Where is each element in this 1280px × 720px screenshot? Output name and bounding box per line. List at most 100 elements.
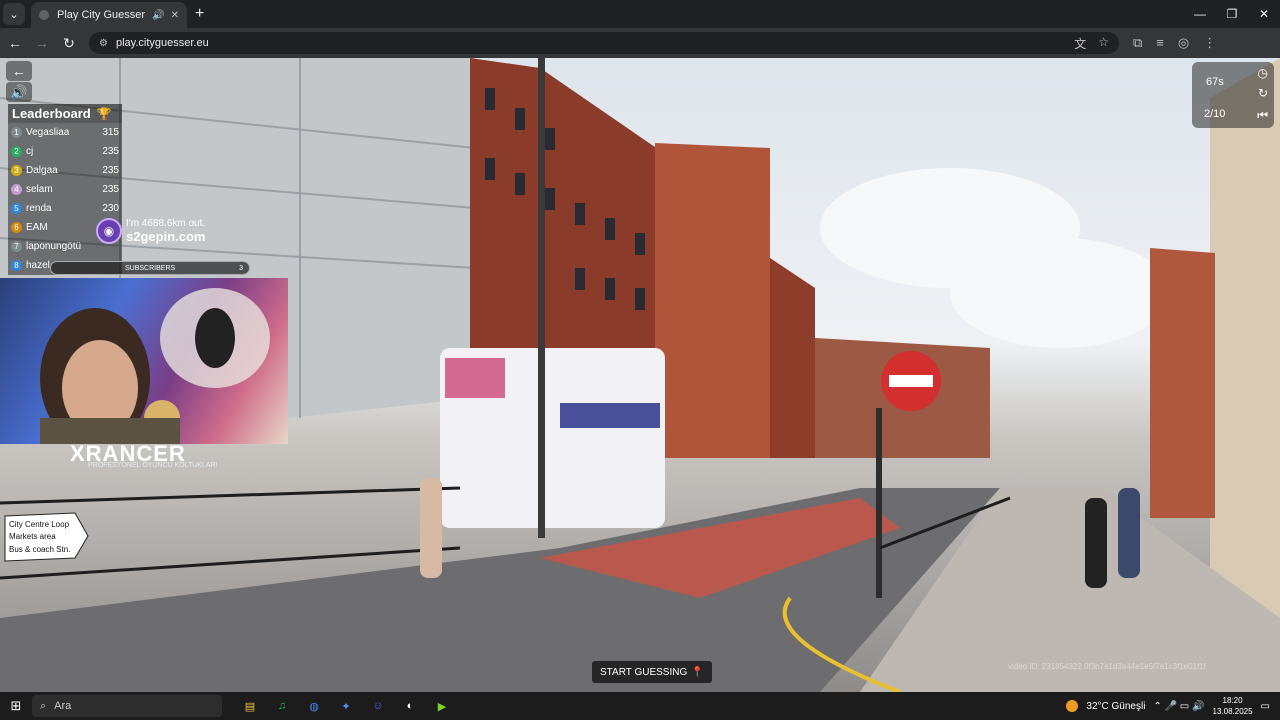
pinned-app-icon[interactable]: ▶ <box>432 696 452 716</box>
leaderboard-row: 4 selam 235 <box>8 180 122 199</box>
maximize-button[interactable]: ❐ <box>1216 7 1248 21</box>
forward-arrow-icon[interactable]: → <box>30 35 54 51</box>
rank-badge: 4 <box>11 184 22 195</box>
pinned-app-icon[interactable]: ▤ <box>240 696 260 716</box>
tab-strip: ⌄ Play City Guesser - Explore 🔊 ✕ + — ❐ … <box>0 0 1280 28</box>
leaderboard-row: 5 renda 230 <box>8 199 122 218</box>
pedestrian <box>1085 498 1107 588</box>
puzzle-icon[interactable]: ⧉ <box>1133 35 1142 51</box>
rank-badge: 1 <box>11 127 22 138</box>
taskbar: ⊞ ⌕ Ara ▤ ♫ ◍ ✦ ☺ ◐ ▶ 32°C Güneşli ⌃ 🎤 ▭ 🔊 18:… <box>0 692 1280 720</box>
profile-icon[interactable]: ◎ <box>1178 35 1189 51</box>
subscribers-count: 3 <box>239 264 243 272</box>
trophy-icon: 🏆 <box>96 106 112 121</box>
player-score: 315 <box>102 127 119 138</box>
pinned-app-icon[interactable]: ◍ <box>304 696 324 716</box>
player-score: 235 <box>102 165 119 176</box>
site-info-icon[interactable]: ⚙ <box>99 38 108 49</box>
restart-icon[interactable]: ↻ <box>1258 86 1268 100</box>
stone-building-right <box>1210 58 1280 618</box>
sign-line-3: Bus & coach Stn. <box>9 545 70 554</box>
subscribers-bar: SUBSCRIBERS 3 <box>50 261 250 275</box>
chat-handle: s2gepin.com <box>126 229 206 244</box>
rank-badge: 2 <box>11 146 22 157</box>
weather-icon[interactable] <box>1066 700 1079 712</box>
favicon-icon <box>39 10 49 20</box>
rank-badge: 6 <box>11 222 22 233</box>
notification-icon[interactable]: ▭ <box>1261 701 1270 712</box>
sound-icon[interactable]: 🔊 <box>6 82 32 102</box>
windows-start-icon[interactable]: ⊞ <box>0 698 32 714</box>
rank-badge: 3 <box>11 165 22 176</box>
extensions-area: ⧉ ≡ ◎ ⋮ <box>1133 35 1216 51</box>
url-text: play.cityguesser.eu <box>115 37 209 49</box>
clock-icon: ◷ <box>1257 66 1268 80</box>
clock-time: 18:20 <box>1222 696 1243 705</box>
rank-badge: 8 <box>11 260 22 271</box>
sign-pole <box>876 408 882 598</box>
player-name: laponungötü <box>26 241 82 252</box>
leaderboard-row: 2 cj 235 <box>8 142 122 161</box>
search-placeholder: Ara <box>54 700 72 712</box>
rank-badge: 7 <box>11 241 22 252</box>
pinned-apps: ▤ ♫ ◍ ✦ ☺ ◐ ▶ <box>240 696 452 716</box>
game-back-button[interactable]: ← <box>6 61 32 81</box>
kebab-menu-icon[interactable]: ⋮ <box>1203 35 1216 51</box>
subscribers-label: SUBSCRIBERS <box>125 264 176 272</box>
player-score: 230 <box>102 203 119 214</box>
leaderboard-rows: 1 Vegasliaa 315 2 cj 235 3 Dalgaa 235 4 selam 235 5 r… <box>8 123 122 275</box>
close-icon[interactable]: ✕ <box>171 10 179 21</box>
video-id: video ID: 231854322 0f3b7a1d3a44e1e5f7a1… <box>1008 662 1206 671</box>
sign-line-2: Markets area <box>9 532 56 541</box>
clock[interactable]: 18:20 13.08.2025 <box>1213 695 1253 717</box>
pinned-app-icon[interactable]: ✦ <box>336 696 356 716</box>
brick-tower <box>655 143 770 458</box>
time-remaining: 67s <box>1206 76 1224 88</box>
back-arrow-icon[interactable]: ← <box>3 35 27 51</box>
webcam-graphic <box>40 288 270 444</box>
chat-text: I'm 4688.6km out. s2gepin.com <box>126 218 205 244</box>
minimize-button[interactable]: — <box>1184 7 1216 21</box>
bus-livery <box>560 403 660 428</box>
skip-icon[interactable]: ⏮ <box>1257 108 1268 123</box>
pin-icon: 📍 <box>691 666 704 678</box>
player-name: Vegasliaa <box>26 127 70 138</box>
omnibox-actions: 文 ☆ <box>1074 35 1119 52</box>
clock-date: 13.08.2025 <box>1212 707 1253 716</box>
brick-building-right <box>1150 248 1215 518</box>
browser-tab[interactable]: Play City Guesser - Explore 🔊 ✕ <box>31 2 187 28</box>
translate-icon[interactable]: 文 <box>1074 35 1086 52</box>
brick-building-far <box>770 258 815 458</box>
player-name: selam <box>26 184 53 195</box>
tray-icons[interactable]: ⌃ 🎤 ▭ 🔊 <box>1153 701 1204 712</box>
taskbar-search[interactable]: ⌕ Ara <box>32 695 222 717</box>
leaderboard: Leaderboard 🏆 1 Vegasliaa 315 2 cj 235 3 Dalgaa… <box>8 104 122 275</box>
pinned-app-icon[interactable]: ☺ <box>368 696 388 716</box>
pinned-app-icon[interactable]: ◐ <box>400 696 420 716</box>
reload-icon[interactable]: ↻ <box>57 35 81 52</box>
player-score: 235 <box>102 184 119 195</box>
media-icon[interactable]: ≡ <box>1156 35 1164 51</box>
start-guessing-button[interactable]: START GUESSING 📍 <box>592 661 712 683</box>
plus-icon[interactable]: + <box>195 5 204 23</box>
weather-text[interactable]: 32°C Güneşli <box>1086 701 1145 712</box>
audio-icon[interactable]: 🔊 <box>152 10 164 21</box>
address-bar[interactable]: ⚙ play.cityguesser.eu 文 ☆ <box>89 32 1119 54</box>
start-guessing-label: START GUESSING <box>600 666 688 678</box>
round-counter: 2/10 <box>1204 108 1226 120</box>
pedestrian <box>1118 488 1140 578</box>
browser-toolbar: ← → ↻ ⚙ play.cityguesser.eu 文 ☆ ⧉ ≡ ◎ ⋮ <box>0 28 1280 58</box>
player-name: Dalgaa <box>26 165 58 176</box>
chevron-down-icon[interactable]: ⌄ <box>3 3 25 25</box>
leaderboard-header: Leaderboard 🏆 <box>8 104 122 123</box>
window-close-button[interactable]: ✕ <box>1248 7 1280 21</box>
player-name: renda <box>26 203 52 214</box>
bus-front-window <box>445 358 505 398</box>
chat-avatar-icon: ◉ <box>96 218 122 244</box>
chat-message: ◉ I'm 4688.6km out. s2gepin.com <box>96 218 205 244</box>
pedestrian <box>420 478 442 578</box>
player-score: 235 <box>102 146 119 157</box>
streamer-webcam <box>0 278 288 444</box>
star-icon[interactable]: ☆ <box>1098 35 1109 52</box>
pinned-app-icon[interactable]: ♫ <box>272 696 292 716</box>
